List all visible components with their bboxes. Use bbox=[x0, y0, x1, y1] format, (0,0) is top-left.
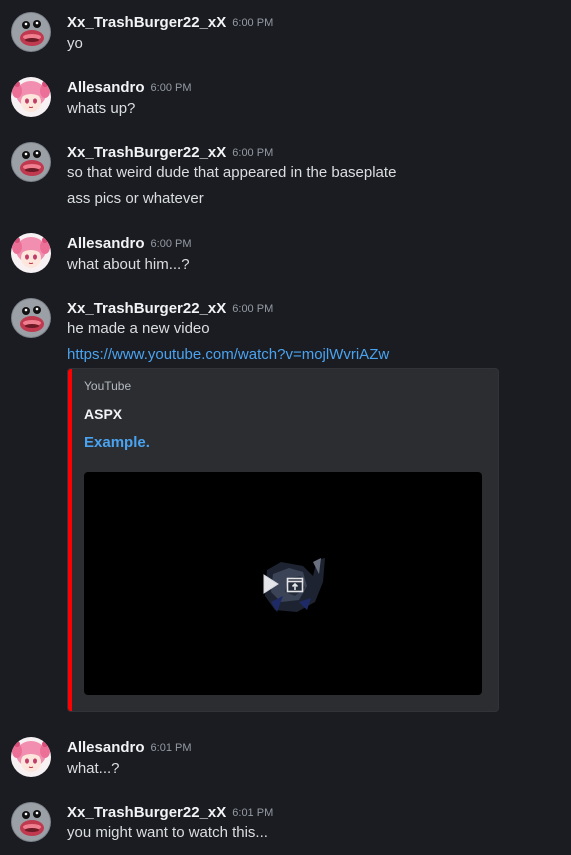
timestamp[interactable]: 6:00 PM bbox=[151, 238, 192, 250]
youtube-link[interactable]: https://www.youtube.com/watch?v=mojlWvri… bbox=[67, 346, 389, 363]
username[interactable]: Xx_TrashBurger22_xX bbox=[67, 144, 226, 161]
open-external-icon[interactable] bbox=[286, 576, 304, 594]
username[interactable]: Allesandro bbox=[67, 79, 145, 96]
message-group: Xx_TrashBurger22_xX 6:01 PM you might wan… bbox=[0, 802, 571, 846]
message-text: whats up? bbox=[67, 100, 136, 117]
avatar-face-icon bbox=[11, 142, 51, 182]
timestamp[interactable]: 6:01 PM bbox=[151, 742, 192, 754]
message-text: what about him...? bbox=[67, 256, 190, 273]
embed-provider[interactable]: YouTube bbox=[84, 379, 131, 393]
youtube-embed: YouTube ASPX Example. bbox=[67, 368, 499, 712]
play-icon[interactable] bbox=[262, 574, 280, 594]
avatar-face-icon bbox=[11, 12, 51, 52]
timestamp[interactable]: 6:00 PM bbox=[232, 303, 273, 315]
avatar-face-icon bbox=[11, 298, 51, 338]
message-text: ass pics or whatever bbox=[67, 190, 204, 207]
message-group: Allesandro 6:01 PM what...? bbox=[0, 737, 571, 781]
timestamp[interactable]: 6:00 PM bbox=[151, 82, 192, 94]
message-group: Xx_TrashBurger22_xX 6:00 PM so that weird… bbox=[0, 142, 571, 212]
embed-title[interactable]: Example. bbox=[84, 434, 150, 451]
timestamp[interactable]: 6:00 PM bbox=[232, 17, 273, 29]
avatar-trashburger[interactable] bbox=[11, 12, 51, 52]
avatar-allesandro[interactable] bbox=[11, 233, 51, 273]
embed-accent-bar bbox=[68, 369, 72, 711]
message-text: yo bbox=[67, 35, 83, 52]
avatar-anime-girl-icon bbox=[11, 77, 51, 117]
avatar-trashburger[interactable] bbox=[11, 802, 51, 842]
timestamp[interactable]: 6:01 PM bbox=[232, 807, 273, 819]
username[interactable]: Xx_TrashBurger22_xX bbox=[67, 14, 226, 31]
avatar-face-icon bbox=[11, 802, 51, 842]
avatar-anime-girl-icon bbox=[11, 737, 51, 777]
chat-messages: Xx_TrashBurger22_xX 6:00 PM yo Allesandro… bbox=[0, 0, 571, 855]
avatar-trashburger[interactable] bbox=[11, 298, 51, 338]
message-group: Xx_TrashBurger22_xX 6:00 PM yo bbox=[0, 12, 571, 56]
username[interactable]: Allesandro bbox=[67, 739, 145, 756]
message-header: Xx_TrashBurger22_xX 6:00 PM bbox=[67, 298, 273, 318]
username[interactable]: Allesandro bbox=[67, 235, 145, 252]
avatar-anime-girl-icon bbox=[11, 233, 51, 273]
embed-author[interactable]: ASPX bbox=[84, 406, 122, 422]
message-group: Allesandro 6:00 PM whats up? bbox=[0, 77, 571, 121]
message-text: you might want to watch this... bbox=[67, 824, 268, 841]
message-text: he made a new video bbox=[67, 320, 210, 337]
message-header: Xx_TrashBurger22_xX 6:00 PM bbox=[67, 142, 273, 162]
username[interactable]: Xx_TrashBurger22_xX bbox=[67, 300, 226, 317]
username[interactable]: Xx_TrashBurger22_xX bbox=[67, 804, 226, 821]
video-player[interactable] bbox=[84, 472, 482, 695]
avatar-trashburger[interactable] bbox=[11, 142, 51, 182]
message-header: Allesandro 6:01 PM bbox=[67, 737, 192, 757]
avatar-allesandro[interactable] bbox=[11, 77, 51, 117]
message-header: Xx_TrashBurger22_xX 6:00 PM bbox=[67, 12, 273, 32]
message-group: Allesandro 6:00 PM what about him...? bbox=[0, 233, 571, 277]
message-text: so that weird dude that appeared in the … bbox=[67, 164, 397, 181]
avatar-allesandro[interactable] bbox=[11, 737, 51, 777]
message-header: Xx_TrashBurger22_xX 6:01 PM bbox=[67, 802, 273, 822]
message-link-line: https://www.youtube.com/watch?v=mojlWvri… bbox=[67, 345, 389, 365]
timestamp[interactable]: 6:00 PM bbox=[232, 147, 273, 159]
message-header: Allesandro 6:00 PM bbox=[67, 233, 192, 253]
message-header: Allesandro 6:00 PM bbox=[67, 77, 192, 97]
message-text: what...? bbox=[67, 760, 120, 777]
